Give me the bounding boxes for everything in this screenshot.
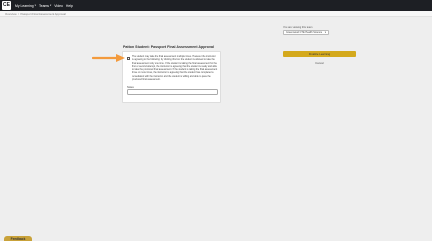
right-arrow-icon: [92, 54, 125, 62]
breadcrumb: Overview / Passport Final Assessment App…: [0, 11, 432, 17]
cancel-link[interactable]: Cancel: [283, 61, 356, 65]
nav-teams-label: Teams: [38, 3, 49, 8]
nav-my-learning[interactable]: My Learning ▾: [15, 4, 36, 8]
page-title: Patton Student: Passport Final Assessmen…: [123, 45, 214, 49]
team-select[interactable]: Greenwood CTE Health Science ▾: [283, 30, 329, 35]
chevron-down-icon: ▾: [49, 4, 52, 7]
notes-input[interactable]: [127, 89, 218, 95]
team-select-value: Greenwood CTE Health Science: [286, 31, 323, 34]
finalize-learning-button[interactable]: Finalize Learning: [283, 51, 356, 57]
chevron-down-icon: ▾: [324, 31, 326, 34]
feedback-button[interactable]: Feedback: [4, 236, 32, 241]
app-logo[interactable]: CE: [2, 1, 11, 10]
approval-card: The student may take the final assessmen…: [122, 51, 221, 103]
breadcrumb-item-overview[interactable]: Overview: [5, 12, 17, 16]
nav-video-label: Video: [54, 3, 63, 8]
nav-my-learning-label: My Learning: [15, 3, 34, 8]
nav-teams[interactable]: Teams ▾: [39, 4, 51, 8]
feedback-label: Feedback: [10, 237, 26, 241]
nav-video[interactable]: Video: [54, 4, 63, 8]
nav-help-label: Help: [65, 3, 73, 8]
nav-help[interactable]: Help: [66, 4, 73, 8]
viewing-team-label: You are viewing this team: [283, 26, 313, 29]
breadcrumb-separator: /: [18, 11, 19, 16]
approval-checkbox[interactable]: [127, 57, 130, 60]
approval-statement: The student may take the final assessmen…: [132, 56, 218, 81]
breadcrumb-item-current: Passport Final Assessment Approval: [20, 11, 66, 16]
chevron-down-icon: ▾: [34, 4, 36, 7]
finalize-learning-label: Finalize Learning: [308, 52, 331, 56]
top-navigation-bar: CE My Learning ▾ Teams ▾ Video Help: [0, 0, 432, 11]
logo-text: CE: [3, 2, 10, 8]
